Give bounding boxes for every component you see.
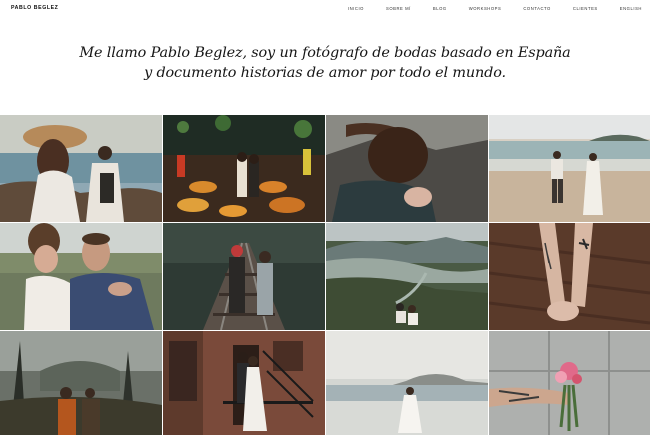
nav-english[interactable]: ENGLISH — [620, 6, 642, 11]
nav-sobre-mi[interactable]: SOBRE MÍ — [386, 6, 411, 11]
photo-grid — [0, 115, 650, 435]
intro-line-1: Me llamo Pablo Beglez, soy un fotógrafo … — [79, 45, 571, 61]
photo-tattooed-hands-wood[interactable] — [489, 223, 650, 330]
nav-workshops[interactable]: WORKSHOPS — [469, 6, 502, 11]
intro-line-2: y documento historias de amor por todo e… — [144, 65, 506, 81]
photo-couple-misty-forest[interactable] — [0, 331, 162, 435]
intro-text: Me llamo Pablo Beglez, soy un fotógrafo … — [0, 43, 650, 83]
photo-couple-beach-walk[interactable] — [489, 115, 650, 222]
photo-couple-railway-bridge[interactable] — [163, 223, 325, 330]
photo-bouquet-tattooed-arm[interactable] — [489, 331, 650, 435]
main-nav: INICIO SOBRE MÍ BLOG WORKSHOPS CONTACTO … — [326, 6, 642, 11]
photo-couple-valley-view[interactable] — [326, 223, 488, 330]
nav-blog[interactable]: BLOG — [433, 6, 447, 11]
photo-couple-cliff-hat[interactable] — [0, 115, 162, 222]
site-logo[interactable]: PABLO BEGLEZ — [11, 5, 58, 11]
nav-clientes[interactable]: CLIENTES — [573, 6, 598, 11]
photo-market-lanterns[interactable] — [163, 115, 325, 222]
photo-couple-mountain-hug[interactable] — [326, 115, 488, 222]
top-navigation-bar: PABLO BEGLEZ INICIO SOBRE MÍ BLOG WORKSH… — [0, 0, 650, 20]
photo-bride-beach-island[interactable] — [326, 331, 488, 435]
photo-couple-embrace-portrait[interactable] — [0, 223, 162, 330]
nav-inicio[interactable]: INICIO — [348, 6, 364, 11]
photo-couple-brick-fire-escape[interactable] — [163, 331, 325, 435]
nav-contacto[interactable]: CONTACTO — [523, 6, 551, 11]
